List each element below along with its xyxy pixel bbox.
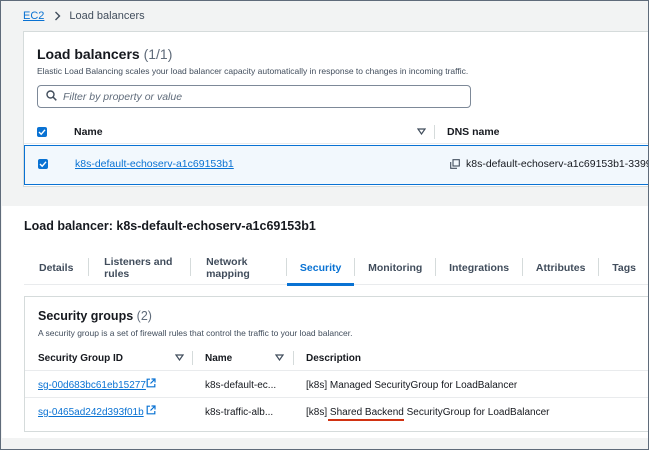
- security-group-id-link[interactable]: sg-00d683bc61eb15277: [38, 380, 146, 391]
- lb-table-header: Name DNS name: [24, 120, 648, 144]
- load-balancer-detail: Load balancer: k8s-default-echoserv-a1c6…: [2, 206, 648, 438]
- table-row: sg-0465ad242d393f01b k8s-traffic-alb... …: [25, 399, 648, 425]
- security-groups-count: (2): [136, 309, 152, 323]
- tab-attributes[interactable]: Attributes: [523, 250, 599, 285]
- search-icon: [46, 89, 57, 104]
- filter-input[interactable]: [63, 90, 443, 103]
- table-row: sg-00d683bc61eb15277 k8s-default-ec... […: [25, 372, 648, 398]
- security-groups-description: A security group is a set of firewall ru…: [38, 328, 353, 338]
- tab-label: Security: [299, 261, 342, 274]
- column-divider: [434, 125, 435, 139]
- breadcrumb-ec2-link[interactable]: EC2: [23, 10, 44, 22]
- column-header-name[interactable]: Name: [74, 126, 103, 138]
- dns-name-value: k8s-default-echoserv-a1c69153b1-339914: [466, 158, 649, 170]
- tab-monitoring[interactable]: Monitoring: [355, 250, 435, 285]
- load-balancer-name-link[interactable]: k8s-default-echoserv-a1c69153b1: [75, 158, 234, 170]
- description-prefix: [k8s]: [306, 407, 330, 418]
- detail-tabs: Details Listeners and rules Network mapp…: [24, 250, 648, 286]
- security-groups-panel: Security groups (2) A security group is …: [24, 296, 648, 432]
- load-balancers-title: Load balancers: [37, 46, 140, 62]
- security-group-description: [k8s] Managed SecurityGroup for LoadBala…: [306, 380, 518, 391]
- security-groups-title: Security groups: [38, 309, 134, 323]
- security-group-id-link[interactable]: sg-0465ad242d393f01b: [38, 407, 144, 418]
- tab-label: Listeners and rules: [104, 255, 173, 280]
- load-balancers-panel: Load balancers (1/1) Elastic Load Balanc…: [23, 31, 649, 187]
- tab-network-mapping[interactable]: Network mapping: [191, 250, 286, 285]
- table-row[interactable]: k8s-default-echoserv-a1c69153b1 k8s-defa…: [24, 145, 649, 185]
- tab-integrations[interactable]: Integrations: [436, 250, 522, 285]
- check-icon: [39, 161, 47, 168]
- column-divider: [293, 351, 294, 365]
- check-icon: [38, 129, 46, 136]
- tab-label: Attributes: [535, 261, 586, 274]
- tab-tags[interactable]: Tags: [599, 250, 648, 285]
- external-link-icon[interactable]: [146, 378, 156, 391]
- filter-box[interactable]: [37, 85, 471, 108]
- tab-details[interactable]: Details: [24, 250, 88, 285]
- load-balancers-count: (1/1): [143, 46, 173, 62]
- description-highlight: Shared Backend: [329, 407, 404, 418]
- tab-label: Monitoring: [368, 261, 423, 274]
- copy-icon[interactable]: [450, 159, 460, 172]
- column-header-sg-id[interactable]: Security Group ID: [38, 353, 123, 364]
- tab-security[interactable]: Security: [286, 250, 355, 286]
- tab-label: Details: [39, 261, 74, 274]
- external-link-icon[interactable]: [146, 405, 156, 418]
- security-group-description: [k8s] Shared Backend SecurityGroup for L…: [306, 407, 550, 418]
- console-frame: EC2 Load balancers Load balancers (1/1) …: [0, 0, 649, 450]
- tab-label: Integrations: [449, 261, 510, 274]
- tab-label: Tags: [612, 261, 636, 274]
- security-group-name: k8s-default-ec...: [205, 380, 277, 391]
- column-header-sg-description[interactable]: Description: [306, 353, 361, 364]
- column-header-dns[interactable]: DNS name: [447, 126, 500, 138]
- breadcrumb: EC2 Load balancers: [23, 8, 145, 24]
- chevron-right-icon: [54, 11, 61, 21]
- annotation-underline: [328, 419, 404, 421]
- security-groups-heading: Security groups (2): [38, 309, 152, 323]
- breadcrumb-current: Load balancers: [69, 10, 145, 22]
- tab-listeners-and-rules[interactable]: Listeners and rules: [89, 250, 190, 285]
- row-checkbox[interactable]: [38, 159, 48, 169]
- sort-down-icon[interactable]: [416, 126, 427, 138]
- sort-down-icon[interactable]: [274, 353, 285, 364]
- column-divider: [192, 351, 193, 365]
- load-balancers-heading: Load balancers (1/1): [37, 46, 172, 62]
- description-suffix: SecurityGroup for LoadBalancer: [403, 407, 550, 418]
- column-header-sg-name[interactable]: Name: [205, 353, 232, 364]
- security-group-name: k8s-traffic-alb...: [205, 407, 274, 418]
- sort-down-icon[interactable]: [174, 353, 185, 364]
- tab-label: Network mapping: [206, 255, 250, 280]
- load-balancers-description: Elastic Load Balancing scales your load …: [37, 66, 469, 76]
- select-all-checkbox[interactable]: [37, 127, 47, 137]
- detail-title: Load balancer: k8s-default-echoserv-a1c6…: [24, 219, 316, 233]
- sg-table-header: Security Group ID Name Description: [25, 343, 648, 371]
